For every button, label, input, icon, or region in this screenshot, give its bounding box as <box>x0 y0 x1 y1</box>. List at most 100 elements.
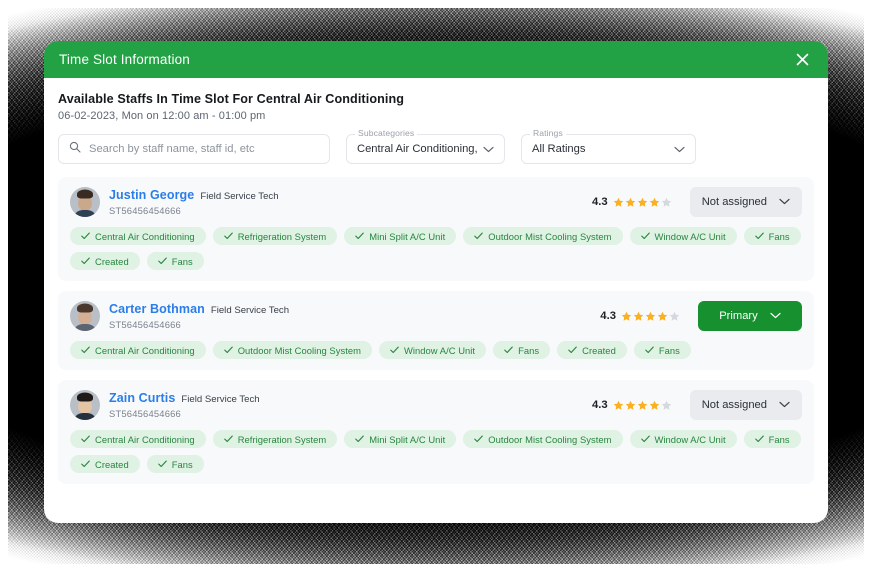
star-icon <box>625 400 636 411</box>
check-icon <box>157 460 167 468</box>
close-icon[interactable] <box>791 49 813 71</box>
subcategories-select[interactable]: Subcategories Central Air Conditioning, … <box>346 128 505 164</box>
modal-body: Available Staffs In Time Slot For Centra… <box>44 78 828 523</box>
skill-chip-label: Window A/C Unit <box>403 344 476 356</box>
assignment-dropdown[interactable]: Not assigned <box>689 187 802 217</box>
star-icon <box>637 400 648 411</box>
check-icon <box>645 346 654 354</box>
staff-row: Justin George Field Service Tech ST5645645… <box>58 177 814 281</box>
skill-chip-label: Created <box>95 255 129 267</box>
skill-chip: Outdoor Mist Cooling System <box>463 227 623 245</box>
staff-code: ST56456454666 <box>109 205 181 217</box>
rating-value: 4.3 <box>591 399 608 411</box>
check-icon <box>81 346 90 354</box>
staff-code: ST56456454666 <box>109 319 181 331</box>
check-icon <box>223 232 233 240</box>
assignment-label: Primary <box>719 310 758 322</box>
skill-chip: Central Air Conditioning <box>70 430 206 448</box>
rating-group: 4.3 <box>600 310 680 322</box>
staff-text-block: Zain Curtis Field Service Tech ST564564546… <box>109 391 260 420</box>
staff-row: Carter Bothman Field Service Tech ST564564… <box>58 291 814 370</box>
skill-chip: Mini Split A/C Unit <box>344 227 457 245</box>
skill-chip: Central Air Conditioning <box>70 341 206 359</box>
star-icon <box>621 311 632 322</box>
skill-chip-label: Created <box>95 458 129 470</box>
skill-chip: Fans <box>743 430 801 448</box>
rating-group: 4.3 <box>592 399 672 411</box>
skill-chip: Fans <box>146 455 204 473</box>
staff-name-link[interactable]: Carter Bothman <box>109 302 205 318</box>
skill-chip: Central Air Conditioning <box>70 227 206 245</box>
star-icon <box>649 400 660 411</box>
skill-chip: Fans <box>146 252 204 270</box>
skill-chip-label: Window A/C Unit <box>654 433 726 445</box>
skill-chip: Refrigeration System <box>212 227 338 245</box>
filter-bar: Subcategories Central Air Conditioning, … <box>58 128 814 164</box>
check-icon <box>81 460 90 468</box>
search-input-wrapper[interactable] <box>58 134 330 164</box>
skill-chip: Window A/C Unit <box>629 430 737 448</box>
skill-chip-label: Central Air Conditioning <box>95 344 195 356</box>
skill-chip: Created <box>557 341 627 359</box>
staff-text-block: Justin George Field Service Tech ST5645645… <box>109 188 279 217</box>
skill-chip-label: Outdoor Mist Cooling System <box>488 433 612 445</box>
skill-chip: Outdoor Mist Cooling System <box>212 341 372 359</box>
assignment-label: Not assigned <box>701 399 767 411</box>
avatar <box>70 390 100 420</box>
staff-actions: 4.3 Not assigned <box>592 187 802 217</box>
chevron-down-icon <box>483 146 494 153</box>
chevron-down-icon <box>779 196 790 208</box>
star-icon <box>649 197 660 208</box>
staff-role: Field Service Tech <box>200 190 279 202</box>
skill-chip-list: Central Air Conditioning Outdoor Mist Coo… <box>70 341 802 359</box>
skill-chip-label: Outdoor Mist Cooling System <box>488 230 612 242</box>
staff-summary: Carter Bothman Field Service Tech ST564564… <box>70 301 802 331</box>
staff-text-block: Carter Bothman Field Service Tech ST564564… <box>109 302 289 331</box>
assignment-dropdown[interactable]: Not assigned <box>689 390 802 420</box>
time-slot-subtitle: 06-02-2023, Mon on 12:00 am - 01:00 pm <box>58 110 266 122</box>
rating-stars <box>613 400 672 411</box>
skill-chip: Fans <box>493 341 551 359</box>
skill-chip-list: Central Air Conditioning Refrigeration Sy… <box>70 430 802 473</box>
star-icon <box>657 311 668 322</box>
skill-chip-label: Outdoor Mist Cooling System <box>237 344 361 356</box>
staff-identity: Zain Curtis Field Service Tech ST564564546… <box>70 390 260 420</box>
chevron-down-icon <box>770 310 781 322</box>
skill-chip-label: Fans <box>658 344 680 356</box>
assignment-dropdown[interactable]: Primary <box>698 301 802 331</box>
skill-chip-list: Central Air Conditioning Refrigeration Sy… <box>70 227 802 270</box>
check-icon <box>568 346 577 354</box>
skill-chip-label: Fans <box>171 255 193 267</box>
staff-summary: Justin George Field Service Tech ST5645645… <box>70 187 802 217</box>
staff-name-link[interactable]: Zain Curtis <box>109 391 175 407</box>
search-input[interactable] <box>89 143 319 155</box>
staff-list: Justin George Field Service Tech ST5645645… <box>58 177 814 484</box>
skill-chip: Created <box>70 455 140 473</box>
avatar <box>70 187 100 217</box>
rating-group: 4.3 <box>592 196 672 208</box>
staff-name-link[interactable]: Justin George <box>109 188 194 204</box>
staff-role: Field Service Tech <box>210 304 290 316</box>
time-slot-information-modal: Time Slot Information Available Staffs I… <box>44 41 828 523</box>
ratings-value: All Ratings <box>532 143 586 155</box>
skill-chip: Window A/C Unit <box>378 341 487 359</box>
skill-chip-label: Fans <box>518 344 540 356</box>
chevron-down-icon <box>674 146 685 153</box>
skill-chip-label: Refrigeration System <box>237 230 327 242</box>
search-icon <box>69 140 81 158</box>
modal-title: Time Slot Information <box>59 52 190 67</box>
skill-chip-label: Mini Split A/C Unit <box>369 433 446 445</box>
assignment-label: Not assigned <box>701 196 767 208</box>
star-icon <box>669 311 680 322</box>
skill-chip: Refrigeration System <box>212 430 338 448</box>
staff-role: Field Service Tech <box>181 393 260 405</box>
skill-chip-label: Refrigeration System <box>237 433 327 445</box>
skill-chip-label: Central Air Conditioning <box>95 433 195 445</box>
page-title: Available Staffs In Time Slot For Centra… <box>58 92 405 106</box>
star-icon <box>613 197 624 208</box>
ratings-select[interactable]: Ratings All Ratings <box>521 128 696 164</box>
subcategories-label: Subcategories <box>355 128 418 138</box>
check-icon <box>223 435 233 443</box>
staff-identity: Justin George Field Service Tech ST5645645… <box>70 187 279 217</box>
skill-chip-label: Created <box>582 344 616 356</box>
